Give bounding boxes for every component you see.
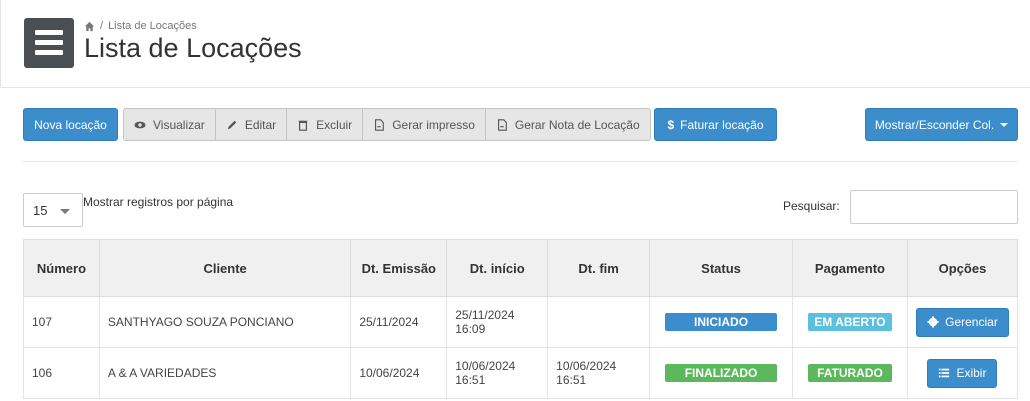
cell-pagamento: FATURADO xyxy=(792,347,908,399)
cell-inicio: 25/11/2024 16:09 xyxy=(446,296,549,348)
fim-date: 10/06/2024 xyxy=(556,359,617,373)
toggle-columns-button[interactable]: Mostrar/Esconder Col. xyxy=(865,108,1018,141)
cell-fim xyxy=(547,296,651,348)
cell-emissao: 10/06/2024 xyxy=(350,347,448,399)
cell-inicio: 10/06/2024 16:51 xyxy=(446,347,549,399)
col-header-pagamento[interactable]: Pagamento xyxy=(792,239,908,297)
view-button-label: Visualizar xyxy=(153,117,205,132)
rental-note-button[interactable]: Gerar Nota de Locação xyxy=(486,109,650,140)
page-title: Lista de Locações xyxy=(84,33,302,63)
bill-rental-button-label: Faturar locação xyxy=(680,117,764,132)
toggle-columns-label: Mostrar/Esconder Col. xyxy=(874,117,995,132)
manage-button-label: Gerenciar xyxy=(945,315,998,329)
gear-icon xyxy=(927,316,939,328)
print-button-label: Gerar impresso xyxy=(392,117,475,132)
page-size-value: 15 xyxy=(33,202,48,218)
col-header-cliente[interactable]: Cliente xyxy=(98,239,352,297)
cell-fim: 10/06/2024 16:51 xyxy=(547,347,651,399)
rental-note-button-label: Gerar Nota de Locação xyxy=(514,117,640,132)
hamburger-menu-icon[interactable] xyxy=(24,18,74,68)
status-badge: INICIADO xyxy=(665,313,778,331)
cell-status: FINALIZADO xyxy=(649,347,793,399)
eye-icon xyxy=(134,121,146,128)
home-icon[interactable] xyxy=(84,21,95,32)
rentals-table: Número Cliente Dt. Emissão Dt. início Dt… xyxy=(23,239,1019,399)
view-button[interactable]: Visualizar xyxy=(124,109,216,140)
cell-status: INICIADO xyxy=(649,296,793,348)
cell-numero: 106 xyxy=(23,347,100,399)
page-header: / Lista de Locações Lista de Locações xyxy=(0,0,1030,88)
payment-badge: FATURADO xyxy=(807,364,892,382)
pdf-file-icon xyxy=(375,118,385,131)
breadcrumb-separator: / xyxy=(100,20,104,32)
cell-cliente: A & A VARIEDADES xyxy=(98,347,352,399)
col-header-opcoes: Opções xyxy=(906,239,1019,297)
table-row[interactable]: 106 A & A VARIEDADES 10/06/2024 10/06/20… xyxy=(23,347,1019,399)
manage-button[interactable]: Gerenciar xyxy=(916,307,1009,337)
page-size-select[interactable]: 15 xyxy=(23,193,83,227)
page-size-label: Mostrar registros por página xyxy=(83,195,234,209)
inicio-date: 25/11/2024 xyxy=(455,308,515,322)
col-header-inicio[interactable]: Dt. início xyxy=(446,239,549,297)
col-header-fim[interactable]: Dt. fim xyxy=(547,239,651,297)
edit-button-label: Editar xyxy=(244,117,277,132)
status-badge: FINALIZADO xyxy=(665,364,778,382)
cell-opcoes: Gerenciar xyxy=(906,296,1019,348)
pdf-file-icon xyxy=(497,118,507,131)
dollar-icon: $ xyxy=(667,117,675,132)
inicio-time: 16:51 xyxy=(455,373,486,387)
delete-button-label: Excluir xyxy=(316,117,353,132)
breadcrumb: / Lista de Locações xyxy=(84,20,197,32)
cell-pagamento: EM ABERTO xyxy=(792,296,908,348)
pencil-icon xyxy=(227,120,237,129)
cell-numero: 107 xyxy=(23,296,100,348)
table-row[interactable]: 107 SANTHYAGO SOUZA PONCIANO 25/11/2024 … xyxy=(23,296,1019,348)
bill-rental-button[interactable]: $ Faturar locação xyxy=(654,108,777,141)
col-header-emissao[interactable]: Dt. Emissão xyxy=(350,239,448,297)
record-actions-group: Visualizar Editar Excluir Gerar impresso… xyxy=(123,108,651,141)
col-header-numero[interactable]: Número xyxy=(23,239,100,297)
print-button[interactable]: Gerar impresso xyxy=(363,109,486,140)
cell-emissao: 25/11/2024 xyxy=(350,296,448,348)
divider xyxy=(23,161,1018,162)
caret-down-icon xyxy=(1000,122,1009,127)
search-input[interactable] xyxy=(850,190,1018,224)
list-icon xyxy=(939,368,950,378)
search-label: Pesquisar: xyxy=(783,199,840,213)
view-details-button-label: Exibir xyxy=(956,366,987,380)
table-header-row: Número Cliente Dt. Emissão Dt. início Dt… xyxy=(23,239,1019,297)
edit-button[interactable]: Editar xyxy=(216,109,288,140)
view-details-button[interactable]: Exibir xyxy=(927,358,998,388)
caret-down-icon xyxy=(60,209,70,214)
delete-button[interactable]: Excluir xyxy=(287,109,364,140)
inicio-time: 16:09 xyxy=(455,322,486,336)
cell-opcoes: Exibir xyxy=(906,347,1019,399)
cell-cliente: SANTHYAGO SOUZA PONCIANO xyxy=(98,296,352,348)
breadcrumb-current: Lista de Locações xyxy=(108,20,197,32)
new-rental-button[interactable]: Nova locação xyxy=(23,108,118,141)
inicio-date: 10/06/2024 xyxy=(455,359,516,373)
trash-icon xyxy=(298,120,308,131)
payment-badge: EM ABERTO xyxy=(807,313,892,331)
fim-time: 16:51 xyxy=(556,373,587,387)
col-header-status[interactable]: Status xyxy=(649,239,793,297)
